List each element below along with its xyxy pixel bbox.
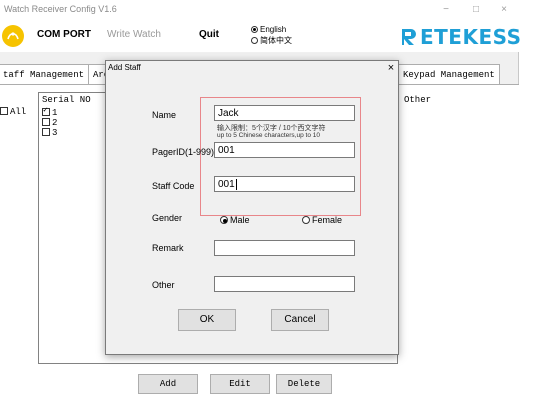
checkbox-icon xyxy=(42,118,50,126)
maximize-button[interactable]: □ xyxy=(466,2,486,18)
com-port-button[interactable]: COM PORT xyxy=(34,23,94,47)
brand-r-mark-icon xyxy=(402,29,416,45)
list-item-label: 1 xyxy=(52,108,58,118)
language-chinese-radio[interactable]: 简体中文 xyxy=(251,36,292,46)
write-watch-button[interactable]: Write Watch xyxy=(104,23,164,47)
list-item[interactable]: 1 xyxy=(42,106,58,118)
language-english-label: English xyxy=(260,25,287,34)
cancel-button[interactable]: Cancel xyxy=(271,309,329,331)
checkbox-icon xyxy=(42,128,50,136)
add-button[interactable]: Add xyxy=(138,374,198,394)
app-logo-icon xyxy=(2,25,24,47)
checkbox-icon xyxy=(0,107,8,115)
dialog-close-icon[interactable]: × xyxy=(384,61,398,75)
name-hint-cn: 输入限制：5个汉字 / 10个西文字符 xyxy=(217,125,326,132)
staff-code-label: Staff Code xyxy=(152,181,195,191)
close-button[interactable]: × xyxy=(494,2,514,18)
list-item[interactable]: 2 xyxy=(42,118,57,128)
dialog-title: Add Staff xyxy=(108,63,141,72)
gender-male-label: Male xyxy=(230,215,250,225)
language-chinese-label: 简体中文 xyxy=(260,36,292,45)
staff-code-value: 001 xyxy=(218,179,235,190)
other-column-area xyxy=(400,92,519,364)
remark-input[interactable] xyxy=(214,240,355,256)
remark-label: Remark xyxy=(152,243,184,253)
checkbox-checked-icon xyxy=(42,106,50,116)
list-item[interactable]: 3 xyxy=(42,128,57,138)
staff-code-input[interactable]: 001 xyxy=(214,176,355,192)
ok-button[interactable]: OK xyxy=(178,309,236,331)
name-hint: 输入限制：5个汉字 / 10个西文字符 up to 5 Chinese char… xyxy=(217,125,326,139)
edit-button[interactable]: Edit xyxy=(210,374,270,394)
select-all-label: All xyxy=(10,107,27,117)
gender-female-radio[interactable]: Female xyxy=(302,215,342,225)
window-title: Watch Receiver Config V1.6 xyxy=(4,4,117,14)
column-header-other: Other xyxy=(404,95,432,105)
select-all-checkbox[interactable]: All xyxy=(0,107,26,117)
radio-selected-icon xyxy=(220,216,228,224)
radio-unselected-icon xyxy=(251,37,258,44)
minimize-button[interactable]: − xyxy=(436,2,456,18)
name-input[interactable]: Jack xyxy=(214,105,355,121)
gender-female-label: Female xyxy=(312,215,343,225)
radio-unselected-icon xyxy=(302,216,310,224)
name-label: Name xyxy=(152,110,177,120)
name-hint-en: up to 5 Chinese characters,up to 10 xyxy=(217,132,320,139)
pager-id-input[interactable]: 001 xyxy=(214,142,355,158)
brand-name: ETEKESS xyxy=(420,25,522,49)
language-english-radio[interactable]: English xyxy=(251,25,286,35)
gender-male-radio[interactable]: Male xyxy=(220,215,250,225)
list-item-label: 2 xyxy=(52,118,58,128)
gender-label: Gender xyxy=(152,213,183,223)
title-bar: Watch Receiver Config V1.6 − □ × xyxy=(0,0,519,20)
column-header-serial: Serial NO xyxy=(42,95,91,105)
other-input[interactable] xyxy=(214,276,355,292)
delete-button[interactable]: Delete xyxy=(276,374,332,394)
quit-button[interactable]: Quit xyxy=(184,23,234,47)
add-staff-dialog: Add Staff × Name Jack 输入限制：5个汉字 / 10个西文字… xyxy=(105,60,399,355)
tab-keypad-management[interactable]: Keypad Management xyxy=(399,64,500,84)
brand-logo: ETEKESS xyxy=(400,25,521,49)
list-item-label: 3 xyxy=(52,128,58,138)
pager-id-label: PagerID(1-999) xyxy=(152,147,215,157)
radio-selected-icon xyxy=(251,26,258,33)
tab-staff-management[interactable]: taff Management xyxy=(0,64,90,84)
other-label: Other xyxy=(152,280,175,290)
